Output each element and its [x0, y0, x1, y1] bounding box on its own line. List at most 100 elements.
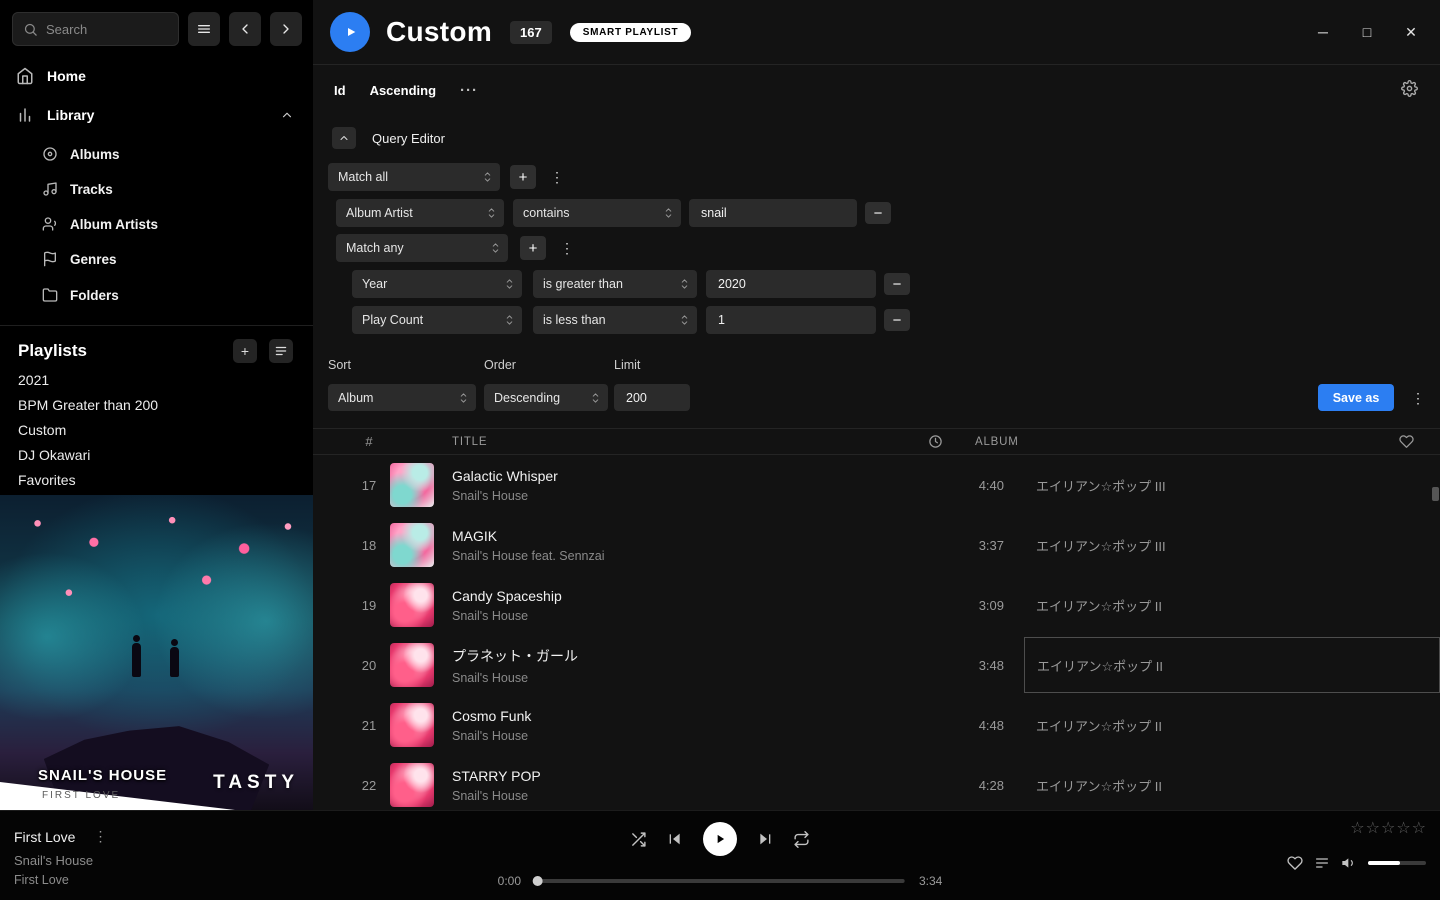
sidebar-item-genres[interactable]: Genres [0, 246, 313, 272]
group-rule-1-field-select[interactable]: Year [352, 270, 522, 298]
maximize-button[interactable]: □ [1352, 18, 1382, 46]
minimize-button[interactable]: ─ [1308, 18, 1338, 46]
track-album[interactable]: エイリアン☆ポップ II [1024, 577, 1440, 633]
match-any-select[interactable]: Match any [336, 234, 508, 262]
search-input[interactable] [46, 22, 156, 37]
playlist-list-button[interactable] [269, 339, 293, 363]
search-box[interactable] [12, 12, 179, 46]
group-rule-1-value-input[interactable] [706, 270, 876, 298]
album-art-thumbnail [390, 763, 434, 807]
now-playing-artist[interactable]: Snail's House [14, 853, 111, 868]
volume-slider[interactable] [1368, 861, 1426, 865]
table-row[interactable]: 21 Cosmo Funk Snail's House 4:48 エイリアン☆ポ… [313, 695, 1440, 755]
duration-column-header[interactable] [873, 434, 943, 449]
queue-button[interactable] [1314, 855, 1330, 871]
now-playing-title[interactable]: First Love [14, 829, 75, 845]
more-options-button[interactable]: ··· [460, 82, 478, 99]
group-rule-1-operator-select[interactable]: is greater than [533, 270, 697, 298]
seek-handle[interactable] [533, 876, 543, 886]
title-column-header[interactable]: TITLE [452, 436, 873, 448]
shuffle-button[interactable] [630, 831, 647, 848]
favorite-column-header[interactable] [1379, 434, 1440, 449]
group-rule-2-field-select[interactable]: Play Count [352, 306, 522, 334]
track-artist[interactable]: Snail's House [452, 609, 934, 623]
order-select[interactable]: Descending [484, 384, 608, 411]
album-column-header[interactable]: ALBUM [963, 436, 1379, 448]
remove-group-rule-1-button[interactable]: − [884, 273, 910, 295]
table-row[interactable]: 17 Galactic Whisper Snail's House 4:40 エ… [313, 455, 1440, 515]
rule-field-select[interactable]: Album Artist [336, 199, 504, 227]
playlist-item-custom[interactable]: Custom [18, 422, 66, 442]
now-playing-album[interactable]: First Love [14, 873, 111, 887]
table-row[interactable]: 20 プラネット・ガール Snail's House 3:48 エイリアン☆ポッ… [313, 635, 1440, 695]
track-album[interactable]: エイリアン☆ポップ III [1024, 517, 1440, 573]
playlist-item-2021[interactable]: 2021 [18, 372, 49, 392]
now-playing-menu-button[interactable]: ⋮ [89, 826, 111, 847]
group-rule-2-value-input[interactable] [706, 306, 876, 334]
sort-select[interactable]: Album [328, 384, 476, 411]
track-artist[interactable]: Snail's House [452, 729, 934, 743]
track-artist[interactable]: Snail's House [452, 489, 934, 503]
next-track-button[interactable] [757, 831, 773, 847]
close-button[interactable]: ✕ [1396, 18, 1426, 46]
sidebar-item-folders[interactable]: Folders [0, 282, 313, 308]
track-album-focused-cell[interactable]: エイリアン☆ポップ II [1024, 637, 1440, 693]
rule-value-input[interactable] [689, 199, 857, 227]
remove-group-rule-2-button[interactable]: − [884, 309, 910, 331]
sort-direction-button[interactable]: Ascending [370, 83, 436, 98]
track-title: Cosmo Funk [452, 708, 934, 724]
track-album[interactable]: エイリアン☆ポップ III [1024, 457, 1440, 513]
track-album[interactable]: エイリアン☆ポップ II [1024, 757, 1440, 810]
scrollbar-thumb[interactable] [1432, 487, 1439, 501]
playlist-item-dj-okawari[interactable]: DJ Okawari [18, 447, 90, 467]
sidebar-item-albums[interactable]: Albums [0, 141, 313, 167]
sort-field-button[interactable]: Id [334, 83, 346, 98]
star-icon[interactable]: ☆ [1366, 821, 1380, 837]
limit-input[interactable] [614, 384, 690, 411]
save-as-button[interactable]: Save as [1318, 384, 1394, 411]
group-rule-2-operator-select[interactable]: is less than [533, 306, 697, 334]
add-playlist-button[interactable]: + [233, 339, 257, 363]
remove-rule-button[interactable]: − [865, 202, 891, 224]
save-menu-button[interactable]: ⋮ [1407, 388, 1429, 409]
index-column-header[interactable]: # [355, 434, 383, 449]
seek-bar[interactable] [535, 879, 905, 883]
rule-operator-select[interactable]: contains [513, 199, 681, 227]
track-album[interactable]: エイリアン☆ポップ II [1024, 697, 1440, 753]
nav-forward-button[interactable] [270, 12, 302, 46]
match-all-select[interactable]: Match all [328, 163, 500, 191]
table-row[interactable]: 22 STARRY POP Snail's House 4:28 エイリアン☆ポ… [313, 755, 1440, 810]
play-playlist-button[interactable] [330, 12, 370, 52]
repeat-button[interactable] [793, 831, 810, 848]
add-rule-button[interactable]: + [510, 165, 536, 189]
track-artist[interactable]: Snail's House feat. Sennzai [452, 549, 934, 563]
star-icon[interactable]: ☆ [1412, 821, 1426, 837]
table-row[interactable]: 19 Candy Spaceship Snail's House 3:09 エイ… [313, 575, 1440, 635]
table-row[interactable]: 18 MAGIK Snail's House feat. Sennzai 3:3… [313, 515, 1440, 575]
playlist-item-bpm[interactable]: BPM Greater than 200 [18, 397, 158, 417]
now-playing-artwork[interactable]: SNAIL'S HOUSE FIRST LOVE TASTY [0, 495, 313, 810]
collapse-query-editor-button[interactable] [332, 127, 356, 149]
sidebar-item-tracks[interactable]: Tracks [0, 176, 313, 202]
table-settings-button[interactable] [1401, 80, 1418, 100]
nav-back-button[interactable] [229, 12, 261, 46]
sidebar-item-album-artists[interactable]: Album Artists [0, 211, 313, 237]
rule-group-menu-button[interactable]: ⋮ [546, 167, 568, 188]
favorite-button[interactable] [1287, 855, 1303, 871]
play-pause-button[interactable] [703, 822, 737, 856]
star-icon[interactable]: ☆ [1350, 821, 1364, 837]
playlist-item-favorites[interactable]: Favorites [18, 472, 76, 492]
add-group-rule-button[interactable]: + [520, 236, 546, 260]
menu-button[interactable] [188, 12, 220, 46]
star-icon[interactable]: ☆ [1396, 821, 1410, 837]
group-menu-button[interactable]: ⋮ [556, 238, 578, 259]
chevron-up-icon[interactable] [280, 108, 294, 122]
sidebar-item-library[interactable]: Library [0, 101, 313, 129]
track-artist[interactable]: Snail's House [452, 671, 934, 685]
minus-icon: − [874, 205, 883, 222]
star-icon[interactable]: ☆ [1381, 821, 1395, 837]
track-artist[interactable]: Snail's House [452, 789, 934, 803]
sidebar-item-home[interactable]: Home [0, 62, 313, 90]
previous-track-button[interactable] [667, 831, 683, 847]
volume-button[interactable] [1341, 855, 1357, 871]
